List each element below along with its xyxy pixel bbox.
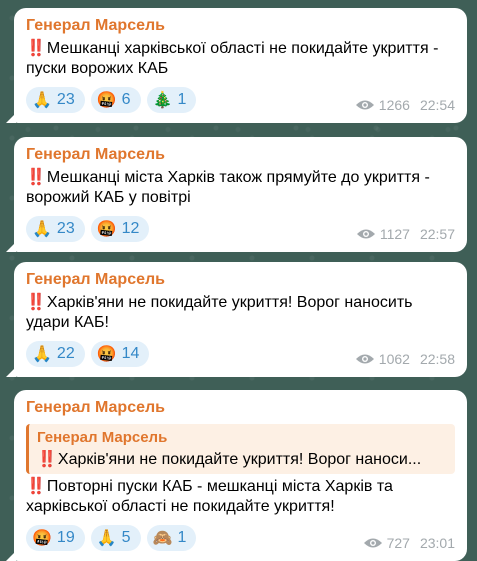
folded-hands-icon: 🙏 bbox=[32, 221, 52, 238]
eye-icon bbox=[356, 229, 375, 239]
double-exclamation-icon: ‼️ bbox=[26, 294, 46, 311]
sender-name[interactable]: Генерал Марсель bbox=[26, 16, 455, 36]
reaction-count: 23 bbox=[56, 220, 75, 237]
sender-name[interactable]: Генерал Марсель bbox=[26, 145, 455, 165]
double-exclamation-icon: ‼️ bbox=[26, 478, 46, 495]
message-time: 23:01 bbox=[419, 535, 455, 551]
message-footer: 🙏 23 🤬 12 1127 22:57 bbox=[26, 214, 455, 252]
reaction-count: 1 bbox=[177, 91, 187, 108]
angry-face-icon: 🤬 bbox=[96, 221, 117, 238]
message-bubble[interactable]: Генерал Марсель Генерал Марсель ‼️ Харків… bbox=[6, 390, 467, 561]
reply-text: ‼️ Харків'яни не покидайте укриття! Ворог… bbox=[37, 450, 447, 470]
message-meta: 727 23:01 bbox=[363, 535, 455, 551]
reaction-chip[interactable]: 🎄 1 bbox=[146, 87, 197, 113]
sender-name[interactable]: Генерал Марсель bbox=[26, 398, 455, 418]
view-count: 727 bbox=[386, 535, 410, 551]
view-count: 1062 bbox=[378, 351, 410, 367]
message-meta: 1127 22:57 bbox=[356, 226, 455, 242]
double-exclamation-icon: ‼️ bbox=[26, 169, 46, 186]
reaction-chip[interactable]: 🙈 1 bbox=[146, 525, 197, 551]
reaction-chip[interactable]: 🤬 14 bbox=[90, 341, 150, 367]
reaction-chip[interactable]: 🙏 23 bbox=[26, 216, 85, 242]
message-body: Харків'яни не покидайте укриття! Ворог н… bbox=[26, 294, 413, 331]
view-count: 1127 bbox=[379, 226, 410, 242]
double-exclamation-icon: ‼️ bbox=[37, 451, 57, 468]
folded-hands-icon: 🙏 bbox=[96, 530, 117, 547]
message-time: 22:58 bbox=[419, 351, 455, 367]
message-body: Повторні пуски КАБ - мешканці міста Харк… bbox=[26, 478, 393, 515]
angry-face-icon: 🤬 bbox=[96, 92, 117, 109]
eye-icon bbox=[355, 354, 374, 364]
message-body: Мешканці міста Харків також прямуйте до … bbox=[26, 169, 430, 206]
reaction-count: 12 bbox=[121, 220, 140, 237]
reaction-count: 19 bbox=[56, 529, 75, 546]
reply-sender-name: Генерал Марсель bbox=[37, 429, 168, 446]
reactions: 🙏 22 🤬 14 bbox=[26, 341, 150, 367]
message-bubble[interactable]: Генерал Марсель ‼️ Харків'яни не покидайт… bbox=[6, 262, 467, 377]
reaction-count: 6 bbox=[121, 91, 131, 108]
reply-preview[interactable]: Генерал Марсель ‼️ Харків'яни не покидайт… bbox=[26, 424, 455, 474]
reaction-chip[interactable]: 🤬 19 bbox=[26, 525, 85, 551]
message-meta: 1266 22:54 bbox=[355, 97, 455, 113]
message-footer: 🙏 23 🤬 6 🎄 1 1266 22:54 bbox=[26, 85, 455, 123]
reaction-chip[interactable]: 🙏 5 bbox=[90, 525, 141, 551]
reaction-chip[interactable]: 🙏 22 bbox=[26, 341, 85, 367]
angry-face-icon: 🤬 bbox=[96, 346, 117, 363]
message-text: ‼️ Мешканці міста Харків також прямуйте д… bbox=[26, 168, 455, 208]
message-meta: 1062 22:58 bbox=[355, 351, 455, 367]
message-bubble[interactable]: Генерал Марсель ‼️ Мешканці міста Харків … bbox=[6, 137, 467, 252]
reaction-chip[interactable]: 🙏 23 bbox=[26, 87, 85, 113]
view-count: 1266 bbox=[378, 97, 410, 113]
christmas-tree-icon: 🎄 bbox=[152, 92, 173, 109]
eye-icon bbox=[355, 100, 374, 110]
reply-body: Харків'яни не покидайте укриття! Ворог н… bbox=[57, 451, 422, 468]
reaction-chip[interactable]: 🤬 6 bbox=[90, 87, 141, 113]
message-text: ‼️ Мешканці харківської області не покида… bbox=[26, 39, 455, 79]
reaction-count: 1 bbox=[177, 529, 187, 546]
reaction-count: 23 bbox=[56, 91, 75, 108]
reaction-chip[interactable]: 🤬 12 bbox=[90, 216, 150, 242]
reactions: 🤬 19 🙏 5 🙈 1 bbox=[26, 525, 197, 551]
see-no-evil-monkey-icon: 🙈 bbox=[152, 530, 173, 547]
message-body: Мешканці харківської області не покидайт… bbox=[26, 40, 439, 77]
message-bubble[interactable]: Генерал Марсель ‼️ Мешканці харківської о… bbox=[6, 8, 467, 123]
reactions: 🙏 23 🤬 12 bbox=[26, 216, 150, 242]
reactions: 🙏 23 🤬 6 🎄 1 bbox=[26, 87, 197, 113]
angry-face-icon: 🤬 bbox=[32, 530, 52, 547]
message-time: 22:54 bbox=[419, 97, 455, 113]
message-time: 22:57 bbox=[419, 226, 455, 242]
eye-icon bbox=[363, 538, 382, 548]
message-footer: 🤬 19 🙏 5 🙈 1 727 23:01 bbox=[26, 523, 455, 561]
sender-name[interactable]: Генерал Марсель bbox=[26, 270, 455, 290]
message-text: ‼️ Харків'яни не покидайте укриття! Ворог… bbox=[26, 293, 455, 333]
folded-hands-icon: 🙏 bbox=[32, 92, 52, 109]
reaction-count: 14 bbox=[121, 345, 140, 362]
folded-hands-icon: 🙏 bbox=[32, 346, 52, 363]
double-exclamation-icon: ‼️ bbox=[26, 40, 46, 57]
reaction-count: 22 bbox=[56, 345, 75, 362]
reaction-count: 5 bbox=[121, 529, 131, 546]
message-text: ‼️ Повторні пуски КАБ - мешканці міста Ха… bbox=[26, 477, 455, 517]
message-footer: 🙏 22 🤬 14 1062 22:58 bbox=[26, 339, 455, 377]
